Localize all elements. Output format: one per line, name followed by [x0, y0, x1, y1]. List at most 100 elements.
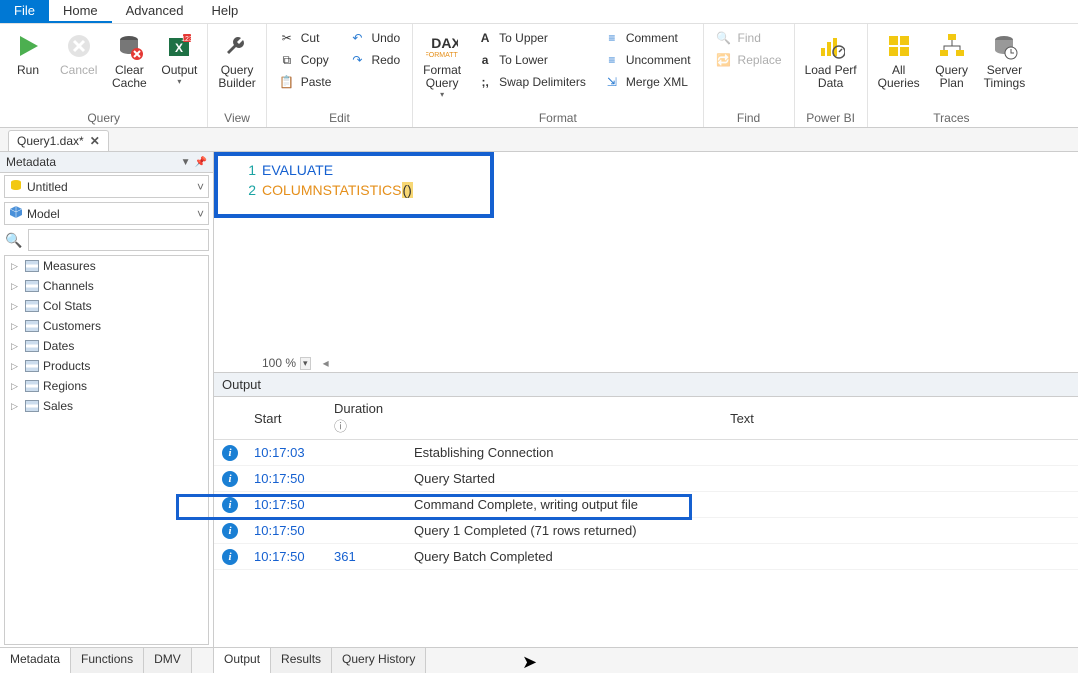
- tab-output[interactable]: Output: [214, 648, 271, 673]
- code-body[interactable]: EVALUATE COLUMNSTATISTICS(): [262, 160, 413, 200]
- group-query-label: Query: [4, 109, 203, 127]
- tab-dmv[interactable]: DMV: [144, 648, 192, 673]
- to-lower-button[interactable]: aTo Lower: [473, 50, 590, 70]
- line-gutter: 1 2: [234, 160, 256, 200]
- output-button[interactable]: X123 Output ▾: [155, 26, 203, 90]
- paste-button[interactable]: 📋Paste: [275, 72, 336, 92]
- tree-item-table[interactable]: ▷Sales: [5, 396, 208, 416]
- menu-advanced[interactable]: Advanced: [112, 0, 198, 23]
- expander-icon[interactable]: ▷: [11, 321, 21, 332]
- tab-results[interactable]: Results: [271, 648, 332, 673]
- find-button: 🔍Find: [712, 28, 786, 48]
- server-timings-button[interactable]: Server Timings: [978, 26, 1032, 94]
- zoom-control[interactable]: 100 % ▾ ◂: [214, 354, 1078, 372]
- document-tab[interactable]: Query1.dax* ✕: [8, 130, 109, 151]
- all-queries-button[interactable]: All Queries: [872, 26, 926, 94]
- col-duration[interactable]: Duration: [334, 401, 383, 416]
- database-select[interactable]: Untitled ˅: [4, 175, 209, 198]
- tree-item-table[interactable]: ▷Dates: [5, 336, 208, 356]
- code-editor[interactable]: 1 2 EVALUATE COLUMNSTATISTICS() 100 % ▾ …: [214, 152, 1078, 372]
- cut-button[interactable]: ✂Cut: [275, 28, 336, 48]
- output-row[interactable]: i10:17:50361Query Batch Completed: [214, 544, 1078, 570]
- tree-item-table[interactable]: ▷Col Stats: [5, 296, 208, 316]
- all-queries-label: All Queries: [878, 64, 920, 90]
- merge-icon: ⇲: [604, 74, 620, 90]
- output-title: Output: [214, 373, 1078, 397]
- table-icon: [25, 300, 39, 312]
- info-icon: i: [222, 523, 238, 539]
- timing-icon: [988, 30, 1020, 62]
- dropdown-icon[interactable]: ▼: [181, 157, 191, 168]
- redo-icon: ↷: [349, 52, 365, 68]
- expander-icon[interactable]: ▷: [11, 261, 21, 272]
- tab-functions[interactable]: Functions: [71, 648, 144, 673]
- swap-delimiters-button[interactable]: ;,Swap Delimiters: [473, 72, 590, 92]
- server-timings-label: Server Timings: [984, 64, 1026, 90]
- svg-text:123: 123: [182, 36, 194, 43]
- undo-button[interactable]: ↶Undo: [345, 28, 404, 48]
- bottom-tabs: Metadata Functions DMV Output Results Qu…: [0, 647, 1078, 673]
- group-view-label: View: [212, 109, 261, 127]
- tree-item-table[interactable]: ▷ Regions: [5, 376, 208, 396]
- tree-item-table[interactable]: ▷Products: [5, 356, 208, 376]
- close-tab-icon[interactable]: ✕: [90, 134, 100, 148]
- expander-icon[interactable]: ▷: [11, 341, 21, 352]
- pin-icon[interactable]: 📌: [195, 157, 207, 168]
- expander-icon[interactable]: ▷: [11, 281, 21, 292]
- zoom-value: 100 %: [262, 356, 296, 370]
- tree-item-table[interactable]: ▷ Measures: [5, 256, 208, 276]
- tab-metadata[interactable]: Metadata: [0, 648, 71, 673]
- run-button[interactable]: Run: [4, 26, 52, 81]
- expander-icon[interactable]: ▷: [11, 401, 21, 412]
- col-text[interactable]: Text: [406, 397, 1078, 440]
- col-start[interactable]: Start: [246, 397, 326, 440]
- svg-text:X: X: [175, 41, 183, 55]
- table-icon: [25, 380, 39, 392]
- table-name: Measures: [43, 259, 96, 273]
- model-select[interactable]: Model ˅: [4, 202, 209, 225]
- merge-xml-button[interactable]: ⇲Merge XML: [600, 72, 695, 92]
- menu-file[interactable]: File: [0, 0, 49, 23]
- cell-duration: [326, 492, 406, 518]
- table-name: Regions: [43, 379, 87, 393]
- group-traces-label: Traces: [872, 109, 1032, 127]
- query-plan-button[interactable]: Query Plan: [928, 26, 976, 94]
- cell-start: 10:17:50: [246, 466, 326, 492]
- all-queries-icon: [883, 30, 915, 62]
- chevron-down-icon[interactable]: ▾: [300, 357, 311, 370]
- copy-button[interactable]: ⧉Copy: [275, 50, 336, 70]
- tab-query-history[interactable]: Query History: [332, 648, 426, 673]
- play-icon: [12, 30, 44, 62]
- table-icon: [25, 260, 39, 272]
- tree-item-table[interactable]: ▷Customers: [5, 316, 208, 336]
- database-name: Untitled: [27, 180, 68, 194]
- clear-cache-button[interactable]: Clear Cache: [105, 26, 153, 94]
- perf-icon: [815, 30, 847, 62]
- dax-icon: DAXFORMATTER: [426, 30, 458, 62]
- expander-icon[interactable]: ▷: [11, 361, 21, 372]
- format-query-button[interactable]: DAXFORMATTER Format Query ▾: [417, 26, 467, 103]
- query-builder-button[interactable]: Query Builder: [212, 26, 261, 94]
- output-row[interactable]: i10:17:03Establishing Connection: [214, 440, 1078, 466]
- metadata-tree[interactable]: ▷ Measures ▷Channels▷Col Stats▷Customers▷D…: [4, 255, 209, 645]
- load-perf-button[interactable]: Load Perf Data: [799, 26, 863, 94]
- run-label: Run: [17, 64, 39, 77]
- scroll-left-icon[interactable]: ◂: [323, 356, 329, 370]
- document-tabs: Query1.dax* ✕: [0, 128, 1078, 152]
- menu-help[interactable]: Help: [197, 0, 252, 23]
- output-row[interactable]: i10:17:50Query Started: [214, 466, 1078, 492]
- to-upper-button[interactable]: ATo Upper: [473, 28, 590, 48]
- output-row[interactable]: i10:17:50Command Complete, writing outpu…: [214, 492, 1078, 518]
- tree-item-table[interactable]: ▷Channels: [5, 276, 208, 296]
- expander-icon[interactable]: ▷: [11, 381, 21, 392]
- uncomment-button[interactable]: ≡Uncomment: [600, 50, 695, 70]
- comment-button[interactable]: ≡Comment: [600, 28, 695, 48]
- metadata-search-input[interactable]: [28, 229, 209, 251]
- group-powerbi-label: Power BI: [799, 109, 863, 127]
- table-icon: [25, 280, 39, 292]
- redo-button[interactable]: ↷Redo: [345, 50, 404, 70]
- expander-icon[interactable]: ▷: [11, 301, 21, 312]
- menu-home[interactable]: Home: [49, 0, 112, 23]
- output-row[interactable]: i10:17:50Query 1 Completed (71 rows retu…: [214, 518, 1078, 544]
- output-grid[interactable]: Start Duration ⓘ Text i10:17:03Establish…: [214, 397, 1078, 647]
